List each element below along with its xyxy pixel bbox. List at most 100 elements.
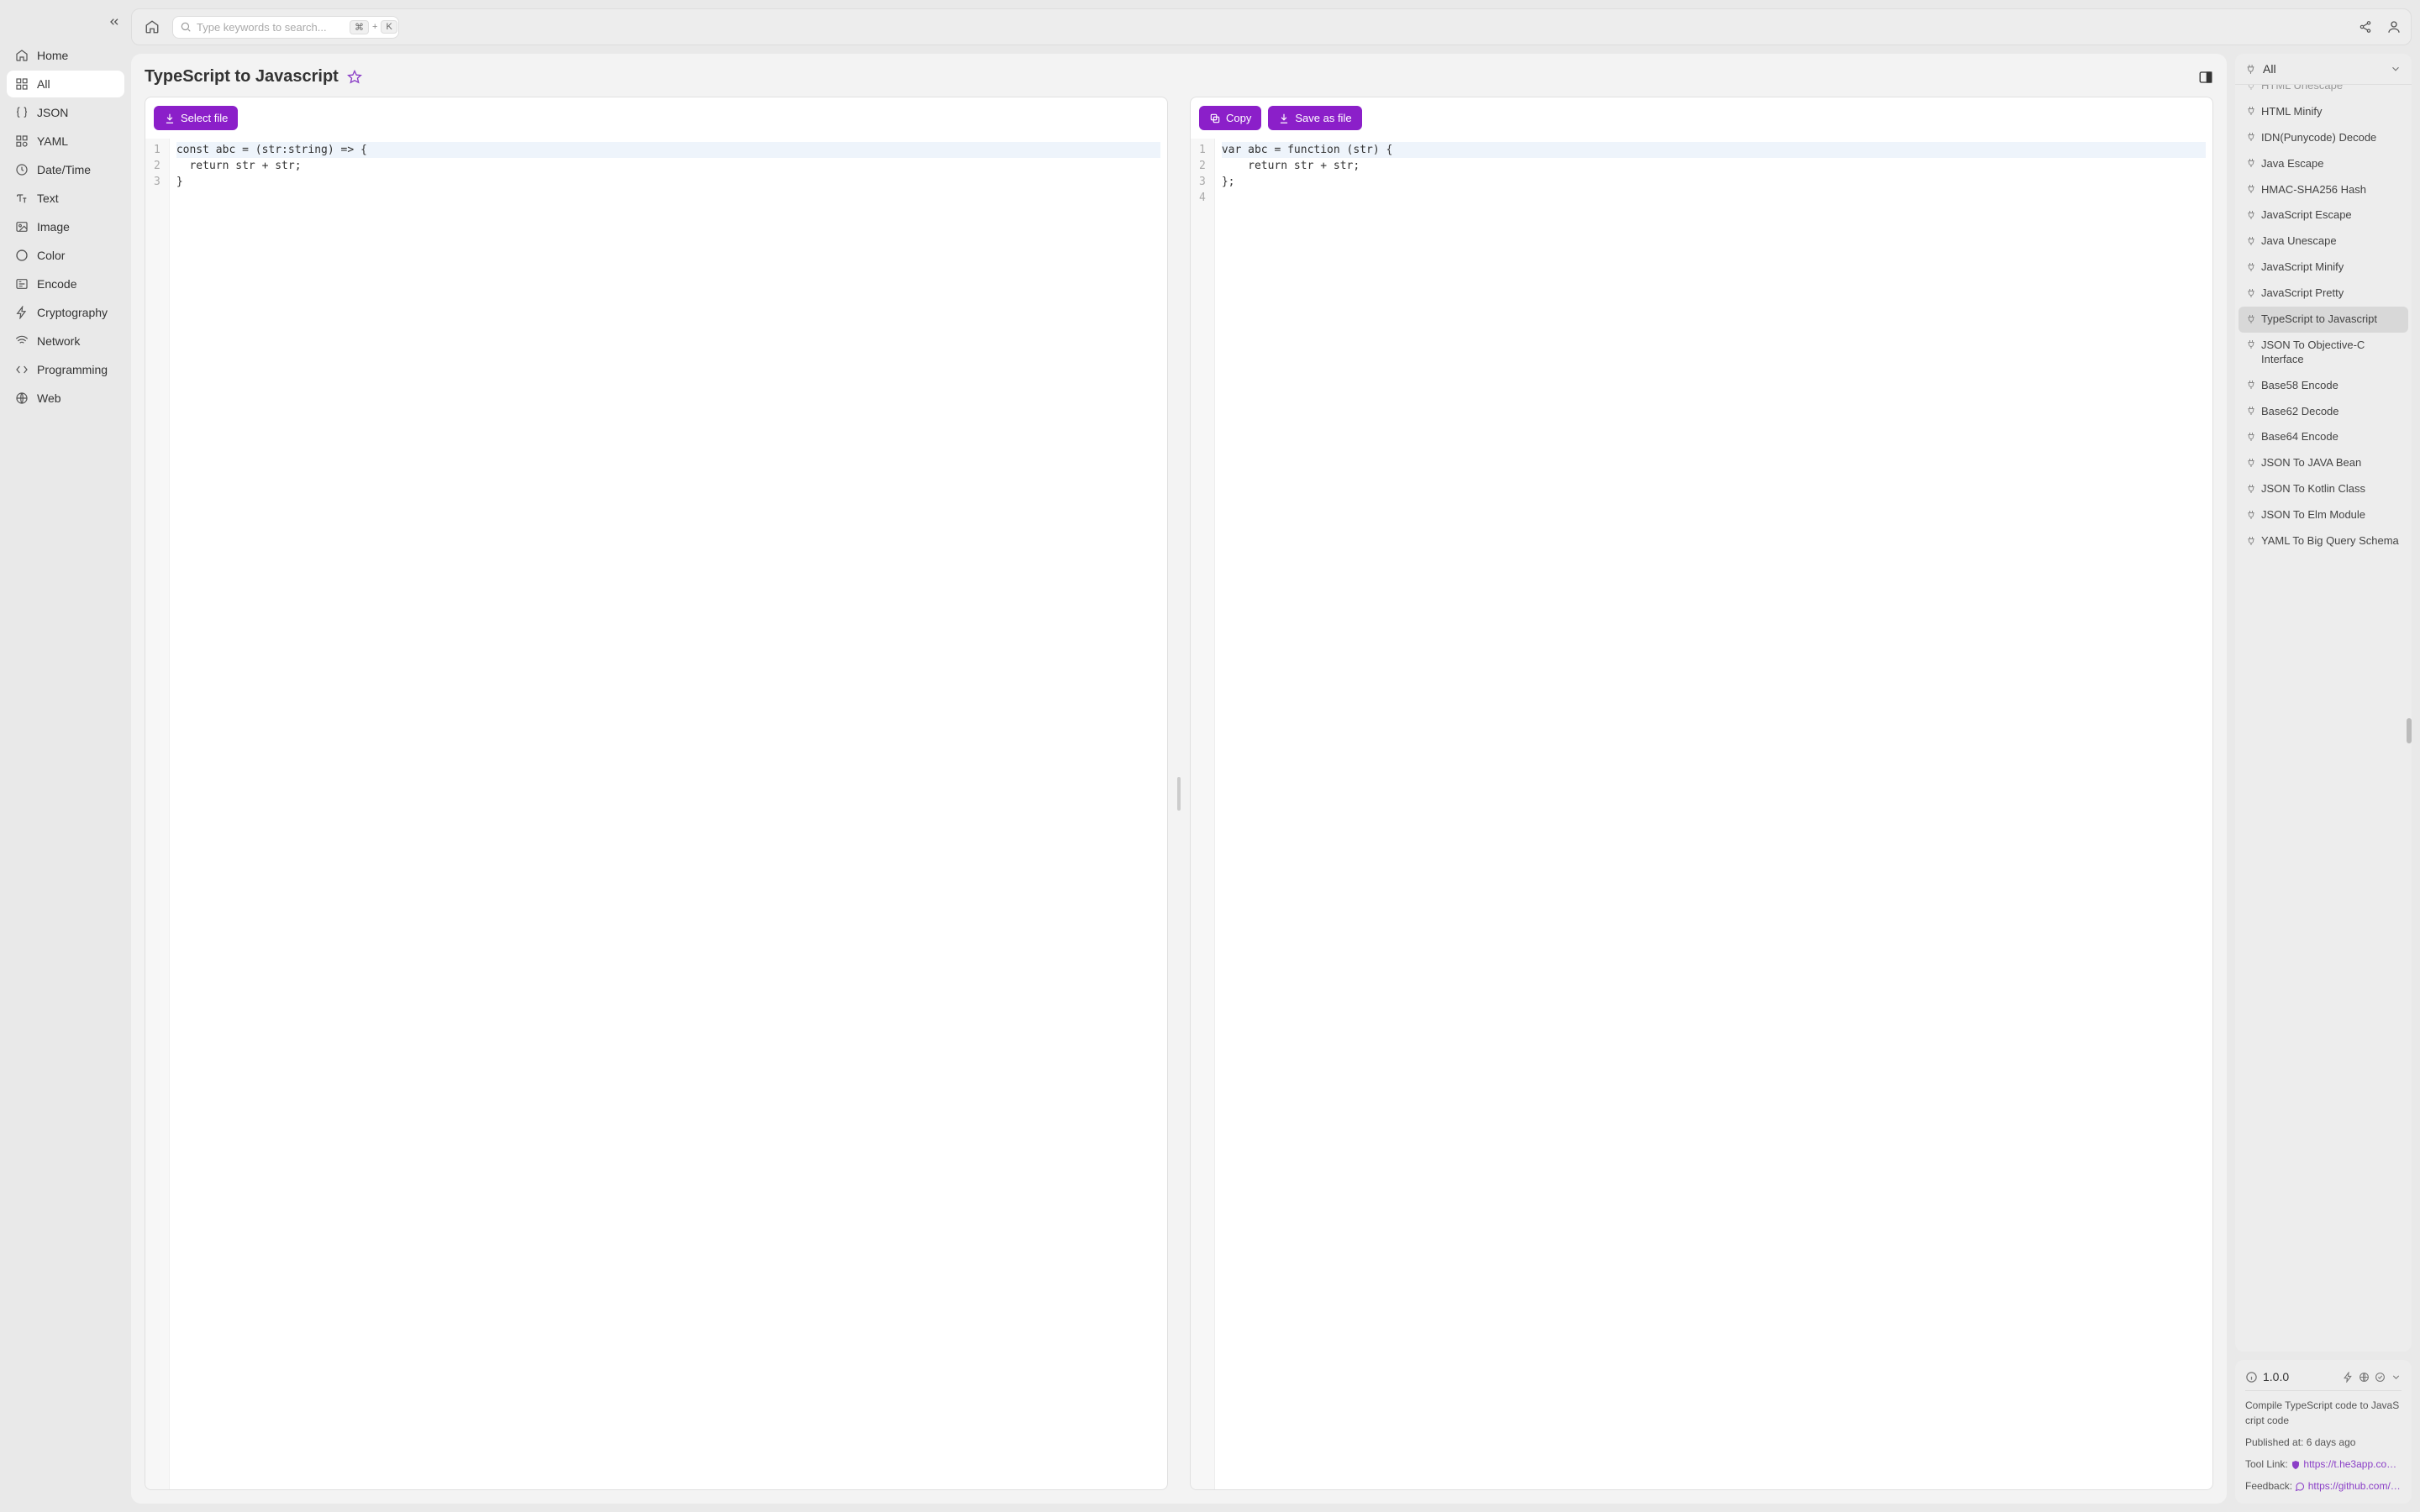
home-button[interactable] [140, 15, 164, 39]
tool-item[interactable]: JSON To JAVA Bean [2238, 450, 2408, 476]
tool-item[interactable]: HTML Minify [2238, 99, 2408, 125]
plug-icon [2245, 483, 2256, 494]
search-shortcut: ⌘ + K [350, 20, 397, 34]
tool-item[interactable]: Java Unescape [2238, 228, 2408, 255]
sidebar-item-color[interactable]: Color [7, 242, 124, 269]
sidebar-item-network[interactable]: Network [7, 328, 124, 354]
tool-item[interactable]: JSON To Elm Module [2238, 502, 2408, 528]
tool-label: JavaScript Pretty [2261, 286, 2344, 301]
select-file-button[interactable]: Select file [154, 106, 238, 130]
sidebar-item-image[interactable]: Image [7, 213, 124, 240]
sidebar-left: Home All JSON YAML Date/Time Text Image ColorEn… [0, 0, 131, 1512]
plug-icon [2245, 339, 2256, 350]
plug-icon [2245, 132, 2256, 143]
tool-item[interactable]: JSON To Kotlin Class [2238, 476, 2408, 502]
editor-divider[interactable] [1176, 97, 1181, 1490]
tool-item[interactable]: IDN(Punycode) Decode [2238, 125, 2408, 151]
plug-icon [2245, 287, 2256, 298]
sidebar-item-encode[interactable]: Encode [7, 270, 124, 297]
tool-item[interactable]: TypeScript to Javascript [2238, 307, 2408, 333]
tool-label: Java Escape [2261, 157, 2323, 171]
tool-label: HTML Unescape [2261, 85, 2343, 93]
tools-filter[interactable]: All [2235, 54, 2412, 85]
tools-list[interactable]: HTML Unescape HTML Minify IDN(Punycode) De… [2235, 85, 2412, 1352]
sidebar-item-label: All [37, 77, 50, 91]
tool-item[interactable]: Base58 Encode [2238, 373, 2408, 399]
sidebar-item-datetime[interactable]: Date/Time [7, 156, 124, 183]
collapse-sidebar-button[interactable] [104, 12, 124, 32]
plug-icon [2245, 184, 2256, 195]
tool-label: Base64 Encode [2261, 430, 2338, 444]
user-button[interactable] [2386, 18, 2402, 35]
favorite-button[interactable] [347, 70, 362, 85]
sidebar-item-label: YAML [37, 134, 68, 148]
sidebar-item-web[interactable]: Web [7, 385, 124, 412]
search-input[interactable] [197, 21, 345, 34]
tool-label: JSON To Kotlin Class [2261, 482, 2365, 496]
info-feedback: Feedback: https://github.com/… [2245, 1478, 2402, 1494]
tool-item[interactable]: JavaScript Minify [2238, 255, 2408, 281]
editors: Select file 123 const abc = (str:string)… [145, 97, 2213, 1490]
search-box[interactable]: ⌘ + K [172, 16, 399, 39]
share-button[interactable] [2357, 18, 2374, 35]
sidebar-item-programming[interactable]: Programming [7, 356, 124, 383]
copy-button[interactable]: Copy [1199, 106, 1261, 130]
tool-item[interactable]: Java Escape [2238, 151, 2408, 177]
tool-item[interactable]: HTML Unescape [2238, 85, 2408, 99]
sidebar-item-crypto[interactable]: Cryptography [7, 299, 124, 326]
plug-icon [2245, 313, 2256, 324]
toggle-right-panel-button[interactable] [2198, 70, 2213, 85]
shield-icon [2291, 1460, 2301, 1470]
lightning-icon[interactable] [2343, 1372, 2354, 1383]
tool-item[interactable]: JavaScript Pretty [2238, 281, 2408, 307]
nav-list: Home All JSON YAML Date/Time Text Image ColorEn… [7, 42, 124, 412]
tool-label: JavaScript Escape [2261, 208, 2352, 223]
all-icon [15, 77, 29, 91]
tool-label: Base58 Encode [2261, 379, 2338, 393]
plug-icon [2245, 535, 2256, 546]
sidebar-item-label: Text [37, 192, 59, 205]
tool-item[interactable]: Base64 Encode [2238, 424, 2408, 450]
sidebar-item-label: Programming [37, 363, 108, 376]
network-icon [15, 334, 29, 348]
info-panel: 1.0.0 Compile TypeScript code to JavaScr… [2235, 1360, 2412, 1504]
save-as-file-button[interactable]: Save as file [1268, 106, 1361, 130]
tool-label: TypeScript to Javascript [2261, 312, 2377, 327]
code-output: 1234 var abc = function (str) { return s… [1191, 139, 2212, 1489]
comment-icon [2295, 1482, 2305, 1492]
tool-label: Java Unescape [2261, 234, 2337, 249]
chevron-down-icon[interactable] [2391, 1372, 2402, 1383]
topbar: ⌘ + K [131, 8, 2412, 45]
sidebar-item-all[interactable]: All [7, 71, 124, 97]
sidebar-item-yaml[interactable]: YAML [7, 128, 124, 155]
tool-item[interactable]: JSON To Objective-C Interface [2238, 333, 2408, 373]
plug-icon [2245, 406, 2256, 417]
tool-item[interactable]: HMAC-SHA256 Hash [2238, 177, 2408, 203]
sidebar-item-home[interactable]: Home [7, 42, 124, 69]
tool-label: JSON To JAVA Bean [2261, 456, 2361, 470]
page-title: TypeScript to Javascript [145, 67, 339, 87]
plug-icon [2245, 64, 2256, 75]
code-input[interactable]: 123 const abc = (str:string) => { return… [145, 139, 1167, 1489]
sidebar-item-label: Date/Time [37, 163, 91, 176]
globe-icon[interactable] [2359, 1372, 2370, 1383]
plug-icon [2245, 158, 2256, 169]
tool-label: HMAC-SHA256 Hash [2261, 183, 2366, 197]
sidebar-item-label: Web [37, 391, 61, 405]
scrollbar-thumb[interactable] [2407, 718, 2412, 743]
sidebar-item-json[interactable]: JSON [7, 99, 124, 126]
sidebar-item-label: Network [37, 334, 80, 348]
plug-icon [2245, 85, 2256, 91]
plug-icon [2245, 431, 2256, 442]
sidebar-item-text[interactable]: Text [7, 185, 124, 212]
tool-item[interactable]: Base62 Decode [2238, 399, 2408, 425]
tool-item[interactable]: JavaScript Escape [2238, 202, 2408, 228]
sidebar-item-label: Image [37, 220, 70, 234]
check-icon[interactable] [2375, 1372, 2386, 1383]
web-icon [15, 391, 29, 405]
tool-label: Base62 Decode [2261, 405, 2339, 419]
tool-label: IDN(Punycode) Decode [2261, 131, 2376, 145]
tool-item[interactable]: YAML To Big Query Schema [2238, 528, 2408, 554]
crypto-icon [15, 306, 29, 319]
sidebar-right: All HTML Unescape HTML Minify IDN(Punycode… [2235, 54, 2412, 1504]
